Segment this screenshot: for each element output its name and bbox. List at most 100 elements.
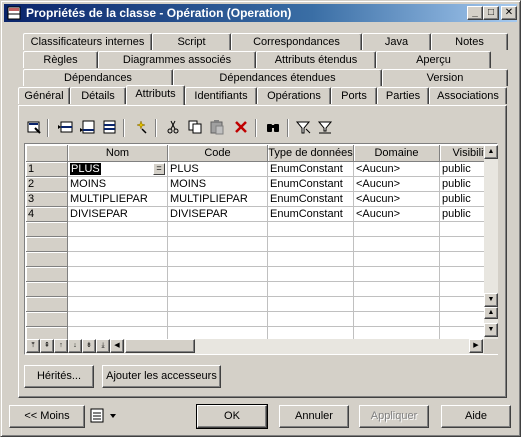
- row-header[interactable]: [26, 237, 68, 252]
- column-header[interactable]: Nom: [68, 145, 168, 162]
- find-icon[interactable]: [263, 119, 283, 137]
- table-cell[interactable]: [268, 252, 354, 267]
- table-cell[interactable]: public: [440, 177, 484, 192]
- table-cell[interactable]: [354, 282, 440, 297]
- menu-button[interactable]: [89, 407, 125, 425]
- add-attributes-icon[interactable]: [99, 119, 119, 137]
- table-cell[interactable]: DIVISEPAR: [168, 207, 268, 222]
- table-cell[interactable]: [68, 327, 168, 339]
- tab-attributs[interactable]: Attributs: [126, 85, 185, 105]
- table-cell[interactable]: MULTIPLIEPAR: [168, 192, 268, 207]
- vertical-scrollbar[interactable]: ▲ ▼ ▲ ▼: [484, 145, 498, 339]
- row-header[interactable]: 4: [26, 207, 68, 222]
- table-cell[interactable]: public: [440, 192, 484, 207]
- cell-edit-button[interactable]: =: [153, 163, 165, 175]
- move-up-icon[interactable]: ↑: [54, 339, 68, 353]
- table-cell[interactable]: [440, 252, 484, 267]
- tab-détails[interactable]: Détails: [70, 87, 126, 104]
- horizontal-scrollbar[interactable]: ⤒ ⇞ ↑ ↓ ⇟ ⤓ ◀ ▶: [26, 339, 484, 354]
- table-cell[interactable]: <Aucun>: [354, 177, 440, 192]
- table-cell[interactable]: [268, 297, 354, 312]
- add-row-icon[interactable]: [77, 119, 97, 137]
- move-down-icon[interactable]: ↓: [68, 339, 82, 353]
- tab-diagrammes-associés[interactable]: Diagrammes associés: [98, 51, 256, 68]
- table-cell[interactable]: [268, 222, 354, 237]
- column-header[interactable]: Type de données: [268, 145, 354, 162]
- row-header[interactable]: [26, 327, 68, 339]
- table-cell[interactable]: [68, 267, 168, 282]
- table-cell[interactable]: [354, 237, 440, 252]
- row-header[interactable]: 3: [26, 192, 68, 207]
- tab-script[interactable]: Script: [152, 33, 231, 50]
- clear-filter-icon[interactable]: [315, 119, 335, 137]
- table-cell[interactable]: [354, 267, 440, 282]
- grid-corner[interactable]: [26, 145, 68, 162]
- tab-attributs-étendus[interactable]: Attributs étendus: [256, 51, 376, 68]
- tab-classificateurs-internes[interactable]: Classificateurs internes: [23, 33, 152, 50]
- table-cell[interactable]: EnumConstant: [268, 162, 354, 177]
- delete-icon[interactable]: [231, 119, 251, 137]
- moins-button[interactable]: << Moins: [9, 405, 85, 428]
- table-cell[interactable]: [168, 222, 268, 237]
- column-header[interactable]: Code: [168, 145, 268, 162]
- table-cell[interactable]: [268, 237, 354, 252]
- tab-correspondances[interactable]: Correspondances: [231, 33, 362, 50]
- table-cell[interactable]: [68, 282, 168, 297]
- table-cell[interactable]: [268, 327, 354, 339]
- table-cell[interactable]: [440, 237, 484, 252]
- help-button[interactable]: Aide: [441, 405, 511, 428]
- move-up-fast-icon[interactable]: ⇞: [40, 339, 54, 353]
- table-cell[interactable]: EnumConstant: [268, 192, 354, 207]
- table-cell[interactable]: [268, 312, 354, 327]
- scroll-marker-up-icon[interactable]: ▲: [484, 307, 498, 319]
- table-cell[interactable]: [168, 297, 268, 312]
- table-cell[interactable]: [168, 282, 268, 297]
- row-header[interactable]: [26, 222, 68, 237]
- column-header[interactable]: Visibilit: [440, 145, 484, 162]
- table-cell[interactable]: EnumConstant: [268, 207, 354, 222]
- table-cell[interactable]: [354, 252, 440, 267]
- row-header[interactable]: [26, 297, 68, 312]
- properties-icon[interactable]: [24, 119, 44, 137]
- table-cell[interactable]: [68, 222, 168, 237]
- scroll-down-icon[interactable]: ▼: [484, 293, 498, 307]
- table-cell[interactable]: [354, 297, 440, 312]
- table-cell[interactable]: <Aucun>: [354, 207, 440, 222]
- ok-button[interactable]: OK: [196, 404, 268, 429]
- tab-java[interactable]: Java: [362, 33, 431, 50]
- tab-règles[interactable]: Règles: [23, 51, 98, 68]
- table-cell[interactable]: MOINS: [168, 177, 268, 192]
- new-icon[interactable]: [131, 119, 151, 137]
- table-cell[interactable]: [440, 267, 484, 282]
- table-cell[interactable]: <Aucun>: [354, 162, 440, 177]
- table-cell[interactable]: MOINS: [68, 177, 168, 192]
- table-cell[interactable]: [440, 282, 484, 297]
- scroll-right-icon[interactable]: ▶: [469, 339, 483, 353]
- scroll-up-icon[interactable]: ▲: [484, 145, 498, 159]
- table-cell[interactable]: EnumConstant: [268, 177, 354, 192]
- table-cell[interactable]: [68, 252, 168, 267]
- tab-notes[interactable]: Notes: [431, 33, 508, 50]
- cut-icon[interactable]: [163, 119, 183, 137]
- table-cell[interactable]: DIVISEPAR: [68, 207, 168, 222]
- tab-dépendances[interactable]: Dépendances: [23, 69, 173, 86]
- table-cell[interactable]: [68, 237, 168, 252]
- table-cell[interactable]: [440, 312, 484, 327]
- table-cell[interactable]: <Aucun>: [354, 192, 440, 207]
- table-cell[interactable]: public: [440, 162, 484, 177]
- table-cell[interactable]: [168, 327, 268, 339]
- tab-identifiants[interactable]: Identifiants: [185, 87, 257, 104]
- table-cell[interactable]: [354, 312, 440, 327]
- table-cell[interactable]: public: [440, 207, 484, 222]
- insert-row-icon[interactable]: [55, 119, 75, 137]
- table-cell[interactable]: [354, 327, 440, 339]
- tab-dépendances-étendues[interactable]: Dépendances étendues: [173, 69, 382, 86]
- tab-aperçu[interactable]: Aperçu: [376, 51, 491, 68]
- move-down-fast-icon[interactable]: ⇟: [82, 339, 96, 353]
- maximize-button[interactable]: □: [483, 6, 499, 20]
- table-cell[interactable]: [354, 222, 440, 237]
- move-top-icon[interactable]: ⤒: [26, 339, 40, 353]
- table-cell[interactable]: PLUS: [168, 162, 268, 177]
- tab-version[interactable]: Version: [382, 69, 508, 86]
- tab-parties[interactable]: Parties: [377, 87, 429, 104]
